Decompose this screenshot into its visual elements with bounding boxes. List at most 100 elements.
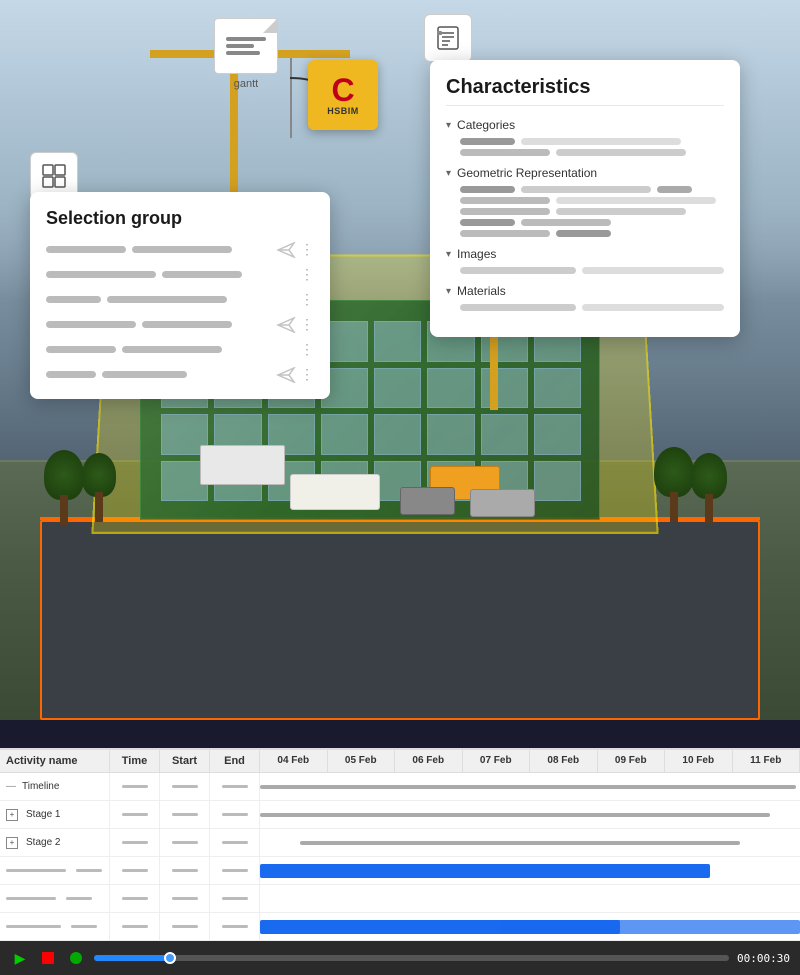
gantt-file-label: gantt (210, 78, 282, 90)
gantt-row-end (210, 857, 260, 884)
char-pill (460, 208, 550, 215)
gantt-row-time (110, 801, 160, 828)
playback-track[interactable] (94, 955, 729, 961)
time-dash (122, 925, 148, 928)
play-button[interactable]: ▶ (10, 948, 30, 968)
gantt-col-start: Start (160, 750, 210, 772)
char-section-geometric: ▾ Geometric Representation (446, 166, 724, 237)
vehicle-truck-white (290, 474, 380, 510)
list-item: ⋮ (46, 316, 314, 333)
activity-dash-2 (71, 925, 97, 928)
gantt-body: — Timeline + Stage 1 (0, 773, 800, 941)
record-button[interactable] (66, 948, 86, 968)
hsbim-label: HSBIM (327, 106, 359, 116)
gantt-row-activity (0, 885, 110, 912)
more-dots-icon[interactable]: ⋮ (300, 266, 314, 283)
gantt-bar-blue-end (500, 920, 800, 934)
stop-icon (42, 952, 54, 964)
gantt-col-time: Time (110, 750, 160, 772)
start-dash (172, 813, 198, 816)
tree-4 (705, 453, 727, 524)
end-dash (222, 813, 248, 816)
char-pill (460, 267, 576, 274)
sel-row-left (46, 246, 276, 253)
playback-progress (94, 955, 170, 961)
more-dots-icon[interactable]: ⋮ (300, 291, 314, 308)
more-dots-icon[interactable]: ⋮ (300, 241, 314, 258)
gantt-row-activity: + Stage 2 (0, 829, 110, 856)
sel-row-left (46, 271, 296, 278)
list-item: ⋮ (46, 266, 314, 283)
gantt-row-chart (260, 857, 800, 884)
gantt-panel: Activity name Time Start End 04 Feb 05 F… (0, 748, 800, 975)
expand-button[interactable]: + (6, 837, 18, 849)
gantt-row-time (110, 885, 160, 912)
gantt-date-headers: 04 Feb 05 Feb 06 Feb 07 Feb 08 Feb 09 Fe… (260, 750, 800, 772)
list-item: ⋮ (46, 341, 314, 358)
tree-2 (95, 453, 116, 522)
gantt-bar (260, 785, 796, 789)
gantt-row-chart (260, 829, 800, 856)
gantt-file-icon: gantt (210, 18, 282, 90)
activity-dash (6, 925, 61, 928)
time-dash (122, 785, 148, 788)
activity-dash-2 (66, 897, 92, 900)
sel-pill (46, 296, 101, 303)
selection-group-card: Selection group ⋮ ⋮ ⋮ (30, 192, 330, 399)
char-pill (582, 304, 724, 311)
gantt-row-time (110, 829, 160, 856)
more-dots-icon[interactable]: ⋮ (300, 341, 314, 358)
table-row (0, 857, 800, 885)
gantt-row-time (110, 913, 160, 940)
char-section-images: ▾ Images (446, 247, 724, 274)
sel-pill (46, 271, 156, 278)
gantt-row-chart (260, 801, 800, 828)
characteristics-panel-icon (424, 14, 472, 62)
char-row (460, 149, 724, 156)
char-pill (521, 219, 611, 226)
gantt-col-activity: Activity name (0, 750, 110, 772)
document-list-icon (434, 24, 462, 52)
chevron-categories: ▾ (446, 120, 451, 131)
char-section-header-geometric[interactable]: ▾ Geometric Representation (446, 166, 724, 180)
end-dash (222, 785, 248, 788)
sel-pill (142, 321, 232, 328)
gantt-row-start (160, 913, 210, 940)
char-section-header-materials[interactable]: ▾ Materials (446, 284, 724, 298)
gantt-date-04feb: 04 Feb (260, 750, 328, 772)
record-icon (70, 952, 82, 964)
char-rows-materials (446, 304, 724, 311)
char-row (460, 304, 724, 311)
activity-dash (6, 869, 66, 872)
sel-row-left (46, 321, 276, 328)
sel-pill (46, 246, 126, 253)
stop-button[interactable] (38, 948, 58, 968)
gantt-row-chart (260, 913, 800, 940)
gantt-bar (260, 813, 770, 817)
gantt-bar (300, 841, 740, 845)
playback-thumb[interactable] (164, 952, 176, 964)
char-section-categories: ▾ Categories (446, 118, 724, 156)
char-section-header-categories[interactable]: ▾ Categories (446, 118, 724, 132)
time-dash (122, 897, 148, 900)
expand-button[interactable]: + (6, 809, 18, 821)
table-row (0, 913, 800, 941)
characteristics-title: Characteristics (446, 76, 724, 106)
char-row (460, 219, 724, 226)
gantt-header: Activity name Time Start End 04 Feb 05 F… (0, 750, 800, 773)
char-row (460, 208, 724, 215)
playback-bar: ▶ 00:00:30 (0, 941, 800, 975)
more-dots-icon[interactable]: ⋮ (300, 316, 314, 333)
char-section-header-images[interactable]: ▾ Images (446, 247, 724, 261)
send-icon (276, 317, 296, 333)
char-pill (460, 149, 550, 156)
time-dash (122, 841, 148, 844)
chevron-geometric: ▾ (446, 168, 451, 179)
gantt-row-end (210, 829, 260, 856)
play-icon: ▶ (15, 950, 26, 967)
char-pill (657, 186, 692, 193)
table-row: + Stage 2 (0, 829, 800, 857)
char-pill (460, 219, 515, 226)
char-rows-images (446, 267, 724, 274)
more-dots-icon[interactable]: ⋮ (300, 366, 314, 383)
